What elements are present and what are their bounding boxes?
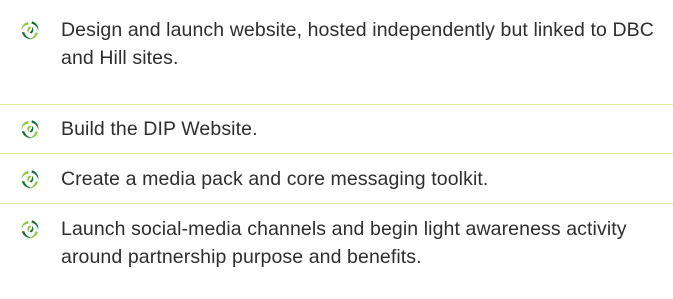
swirl-leaf-icon <box>19 118 41 140</box>
swirl-leaf-icon <box>19 19 41 41</box>
list-item: Create a media pack and core messaging t… <box>0 154 673 204</box>
list-item: Design and launch website, hosted indepe… <box>0 0 673 105</box>
list-item-text: Launch social-media channels and begin l… <box>61 218 627 268</box>
list-item-text: Design and launch website, hosted indepe… <box>61 19 654 69</box>
task-list: Design and launch website, hosted indepe… <box>0 0 673 299</box>
list-item-text: Build the DIP Website. <box>61 118 258 140</box>
list-item-text: Create a media pack and core messaging t… <box>61 168 489 190</box>
list-item: Launch social-media channels and begin l… <box>0 204 673 299</box>
swirl-leaf-icon <box>19 218 41 240</box>
list-item: Build the DIP Website. <box>0 105 673 154</box>
swirl-leaf-icon <box>19 168 41 190</box>
